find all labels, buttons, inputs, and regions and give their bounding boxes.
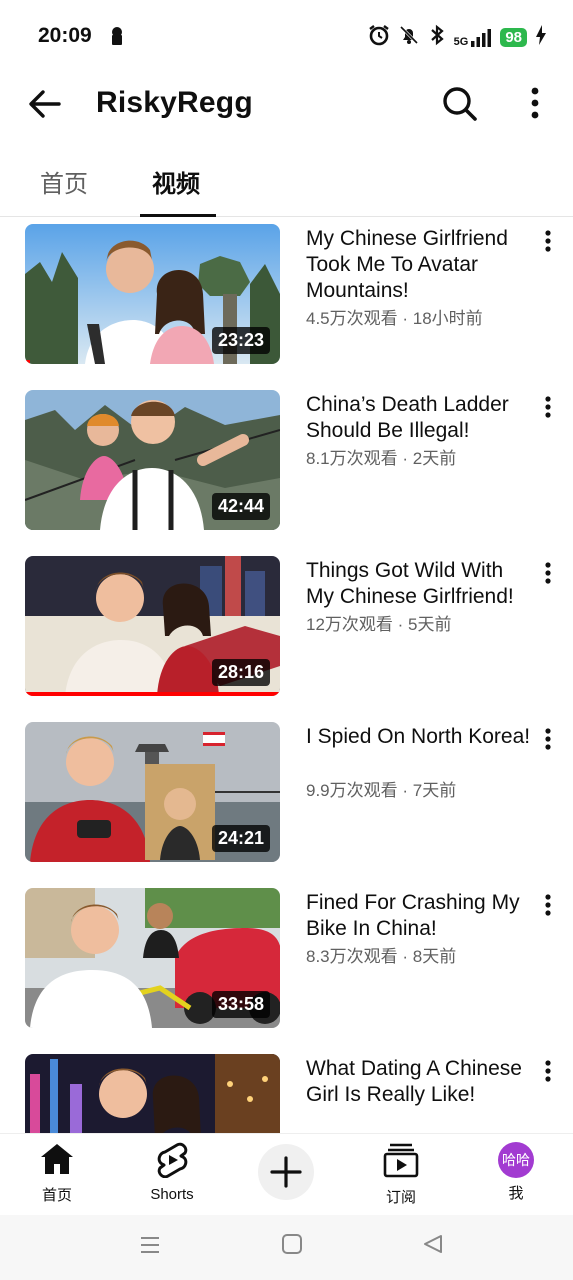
watch-progress [25,692,280,696]
video-more-button[interactable] [538,560,558,590]
nav-you-label: 我 [508,1185,524,1202]
more-vert-icon [545,1060,551,1082]
video-item[interactable]: 23:23 My Chinese Girlfriend Took Me To A… [0,224,573,374]
status-icons: 5G 98 [368,24,547,51]
menu-lines-icon [141,1237,159,1253]
system-back-button[interactable] [422,1233,444,1260]
nav-subscriptions[interactable]: 订阅 [361,1142,441,1207]
more-options-button[interactable] [520,82,550,124]
video-more-button[interactable] [538,394,558,424]
watch-progress [25,360,30,364]
video-thumbnail[interactable]: 24:21 [25,722,280,862]
video-duration: 24:21 [211,825,270,852]
tab-indicator [140,214,216,217]
video-more-button[interactable] [538,726,558,756]
video-thumbnail[interactable]: 42:44 [25,390,280,530]
video-meta: 12万次观看 · 5天前 [306,615,452,634]
recents-button[interactable] [138,1233,162,1262]
signal-icon: 5G [454,28,493,48]
home-icon [41,1144,73,1174]
video-thumbnail[interactable]: 33:58 [25,888,280,1028]
tab-home[interactable]: 首页 [40,164,88,199]
nav-shorts-label: Shorts [150,1186,194,1203]
video-more-button[interactable] [538,892,558,922]
battery-indicator: 98 [500,28,527,47]
subscriptions-icon [383,1143,419,1178]
video-title[interactable]: Things Got Wild With My Chinese Girlfrie… [306,558,532,610]
video-thumbnail[interactable]: 23:23 [25,224,280,364]
video-duration: 42:44 [211,493,270,520]
create-button[interactable] [258,1144,314,1200]
more-vert-icon [545,230,551,252]
video-item[interactable]: 28:16 Things Got Wild With My Chinese Gi… [0,556,573,706]
video-duration: 23:23 [211,327,270,354]
video-item[interactable]: 42:44 China’s Death Ladder Should Be Ill… [0,390,573,540]
video-item[interactable]: 24:21 I Spied On North Korea! 9.9万次观看 · … [0,722,573,872]
shorts-icon [157,1142,188,1179]
video-more-button[interactable] [538,1058,558,1088]
nav-you[interactable]: 哈哈 我 [476,1142,556,1203]
channel-title: RiskyRegg [96,86,253,119]
video-meta: 8.1万次观看 · 2天前 [306,449,457,468]
bluetooth-icon [428,24,446,51]
more-vert-icon [531,87,539,119]
charging-icon [535,24,547,51]
video-more-button[interactable] [538,228,558,258]
square-icon [282,1234,302,1254]
more-vert-icon [545,396,551,418]
plus-icon [270,1156,302,1188]
video-title[interactable]: I Spied On North Korea! [306,724,532,750]
video-item[interactable]: What Dating A Chinese Girl Is Really Lik… [0,1054,573,1134]
mute-icon [398,24,420,51]
more-vert-icon [545,728,551,750]
video-meta: 8.3万次观看 · 8天前 [306,947,457,966]
video-thumbnail[interactable]: 28:16 [25,556,280,696]
video-duration: 33:58 [211,991,270,1018]
search-button[interactable] [438,82,480,124]
alarm-icon [368,24,390,51]
back-button[interactable] [26,84,66,124]
system-home-button[interactable] [281,1233,303,1260]
video-list: 23:23 My Chinese Girlfriend Took Me To A… [0,224,573,1134]
triangle-back-icon [424,1235,442,1253]
status-time: 20:09 [38,24,92,47]
nav-shorts[interactable]: Shorts [132,1142,212,1203]
more-vert-icon [545,894,551,916]
system-nav-bar [0,1215,573,1280]
nav-subscriptions-label: 订阅 [385,1189,416,1206]
nav-home-label: 首页 [41,1187,72,1204]
video-thumbnail[interactable] [25,1054,280,1134]
video-item[interactable]: 33:58 Fined For Crashing My Bike In Chin… [0,888,573,1038]
bottom-nav: 首页 Shorts 订阅 哈哈 我 [0,1133,573,1216]
video-meta: 9.9万次观看 · 7天前 [306,781,457,800]
lock-icon [110,26,124,51]
channel-tabs: 首页 视频 [0,148,573,217]
video-duration: 28:16 [211,659,270,686]
video-title[interactable]: What Dating A Chinese Girl Is Really Lik… [306,1056,532,1108]
app-bar: RiskyRegg [0,72,573,136]
video-title[interactable]: Fined For Crashing My Bike In China! [306,890,532,942]
back-arrow-icon [29,90,61,118]
status-bar: 20:09 5G 98 [0,0,573,72]
more-vert-icon [545,562,551,584]
tab-videos[interactable]: 视频 [152,164,200,199]
video-meta: 4.5万次观看 · 18小时前 [306,309,483,328]
avatar: 哈哈 [498,1142,534,1178]
nav-home[interactable]: 首页 [17,1142,97,1205]
search-icon [443,87,477,121]
video-title[interactable]: My Chinese Girlfriend Took Me To Avatar … [306,226,532,304]
video-title[interactable]: China’s Death Ladder Should Be Illegal! [306,392,532,444]
